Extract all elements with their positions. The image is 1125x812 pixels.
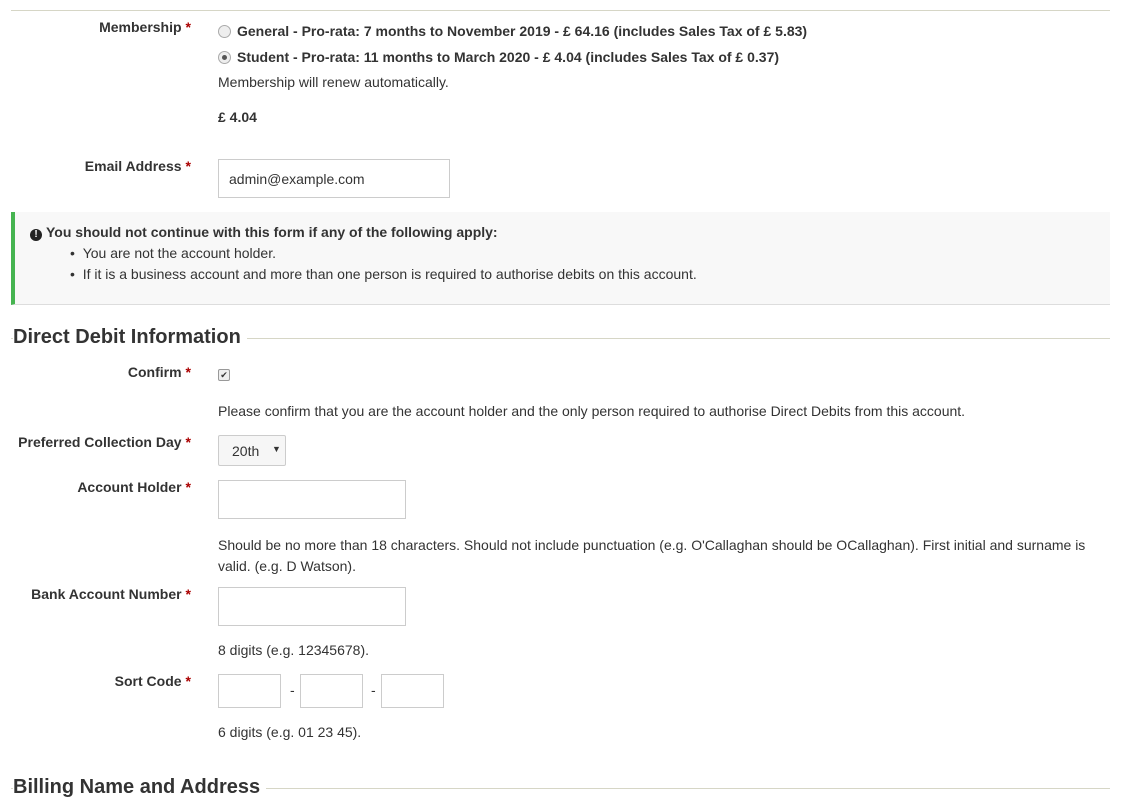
membership-option-general[interactable]: General - Pro-rata: 7 months to November… [218, 23, 807, 39]
confirm-checkbox[interactable]: ✔ [218, 369, 230, 381]
sort-code-part-2[interactable] [300, 674, 363, 708]
email-input[interactable] [218, 159, 450, 198]
membership-label: Membership * [99, 19, 191, 35]
account-number-label: Bank Account Number * [31, 586, 191, 602]
section-heading-billing: Billing Name and Address [13, 776, 267, 799]
radio-student[interactable] [218, 51, 231, 64]
alert-item: • You are not the account holder. [70, 245, 276, 261]
warning-alert: ! You should not continue with this form … [11, 212, 1110, 305]
alert-item: • If it is a business account and more t… [70, 266, 697, 282]
account-number-help: 8 digits (e.g. 12345678). [218, 642, 369, 658]
alert-title: You should not continue with this form i… [46, 224, 498, 240]
option-label: General - Pro-rata: 7 months to November… [237, 23, 808, 39]
sort-code-label: Sort Code * [114, 673, 191, 689]
exclamation-circle-icon: ! [30, 229, 42, 241]
account-holder-input[interactable] [218, 480, 406, 519]
radio-general[interactable] [218, 25, 231, 38]
collection-day-select[interactable]: 20th ▼ [218, 435, 286, 466]
collection-day-label: Preferred Collection Day * [18, 434, 191, 450]
section-heading-direct-debit: Direct Debit Information [13, 326, 247, 349]
confirm-label: Confirm * [127, 364, 191, 380]
account-number-input[interactable] [218, 587, 406, 626]
sort-code-help: 6 digits (e.g. 01 23 45). [218, 724, 362, 740]
membership-option-student[interactable]: Student - Pro-rata: 11 months to March 2… [218, 49, 779, 65]
email-label: Email Address * [84, 158, 191, 174]
account-holder-label: Account Holder * [77, 479, 191, 495]
sort-code-part-3[interactable] [381, 674, 444, 708]
account-holder-help: Should be no more than 18 characters. Sh… [218, 537, 1086, 574]
confirm-help: Please confirm that you are the account … [218, 403, 966, 419]
membership-total: £ 4.04 [218, 109, 257, 125]
select-value: 20th [232, 443, 260, 459]
separator: - [371, 682, 376, 698]
separator: - [290, 682, 295, 698]
divider [11, 10, 1110, 11]
option-label: Student - Pro-rata: 11 months to March 2… [237, 49, 780, 65]
sort-code-part-1[interactable] [218, 674, 281, 708]
caret-down-icon: ▼ [272, 444, 281, 454]
renew-note: Membership will renew automatically. [218, 74, 449, 90]
